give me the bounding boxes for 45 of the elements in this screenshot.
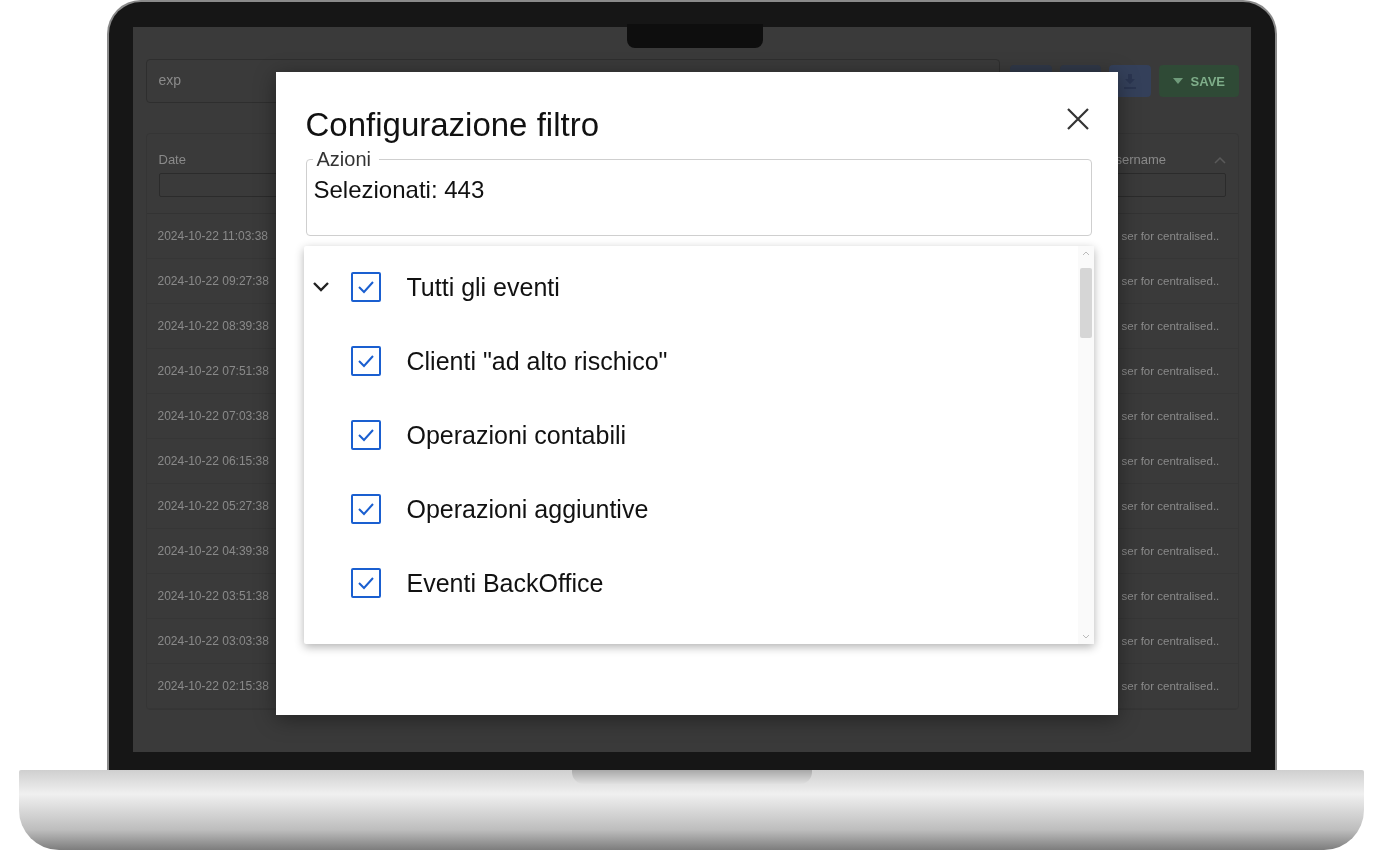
table-cell-text: ser for centralised.. <box>1121 320 1221 332</box>
checkmark-icon <box>355 353 376 369</box>
table-cell-text: ser for centralised.. <box>1121 455 1221 467</box>
table-cell-text: ser for centralised.. <box>1121 590 1221 602</box>
field-value: Selezionati: 443 <box>313 176 485 204</box>
dialog-title: Configurazione filtro <box>305 106 599 144</box>
table-cell: 2024-10-22 04:39:38 <box>157 544 269 558</box>
save-button[interactable]: SAVE <box>1159 65 1239 97</box>
table-cell: 2024-10-22 08:39:38 <box>157 319 269 333</box>
option-label[interactable]: Operazioni aggiuntive <box>406 494 649 524</box>
checkmark-icon <box>355 427 376 443</box>
option-label[interactable]: Operazioni contabili <box>406 420 627 450</box>
chevron-down-icon <box>311 281 330 293</box>
table-cell-text: ser for centralised.. <box>1121 230 1221 242</box>
checkbox[interactable] <box>350 420 381 450</box>
checkmark-icon <box>355 501 376 517</box>
table-cell: 2024-10-22 07:03:38 <box>157 409 269 423</box>
scrollbar-thumb[interactable] <box>1079 268 1092 338</box>
table-cell-text: ser for centralised.. <box>1121 635 1221 647</box>
option-label[interactable]: Eventi BackOffice <box>406 568 604 598</box>
table-cell-text: ser for centralised.. <box>1121 500 1221 512</box>
checkbox[interactable] <box>350 346 381 376</box>
option-label[interactable]: Tutti gli eventi <box>406 272 560 302</box>
close-icon <box>1065 107 1090 131</box>
caret-icon <box>1172 78 1183 84</box>
table-cell: 2024-10-22 03:03:38 <box>157 634 269 648</box>
table-cell-text: ser for centralised.. <box>1121 275 1221 287</box>
table-cell: 2024-10-22 06:15:38 <box>157 454 269 468</box>
checkbox[interactable] <box>350 272 381 302</box>
table-cell: 2024-10-22 09:27:38 <box>157 274 269 288</box>
table-cell: 2024-10-22 02:15:38 <box>157 679 269 693</box>
table-cell-text: ser for centralised.. <box>1121 545 1221 557</box>
table-cell: 2024-10-22 07:51:38 <box>157 364 269 378</box>
scrollbar[interactable] <box>1077 246 1094 644</box>
table-cell: 2024-10-22 05:27:38 <box>157 499 269 513</box>
checkmark-icon <box>355 575 376 591</box>
table-cell-text: ser for centralised.. <box>1121 365 1221 377</box>
option-label[interactable]: Clienti "ad alto rischico" <box>406 346 668 376</box>
checkbox[interactable] <box>350 494 381 524</box>
table-cell-text: ser for centralised.. <box>1121 680 1221 692</box>
table-cell: 2024-10-22 11:03:38 <box>157 229 269 243</box>
table-cell-text: ser for centralised.. <box>1121 410 1221 422</box>
checkmark-icon <box>355 279 376 295</box>
table-cell: 2024-10-22 03:51:38 <box>157 589 269 603</box>
checkbox[interactable] <box>350 568 381 598</box>
